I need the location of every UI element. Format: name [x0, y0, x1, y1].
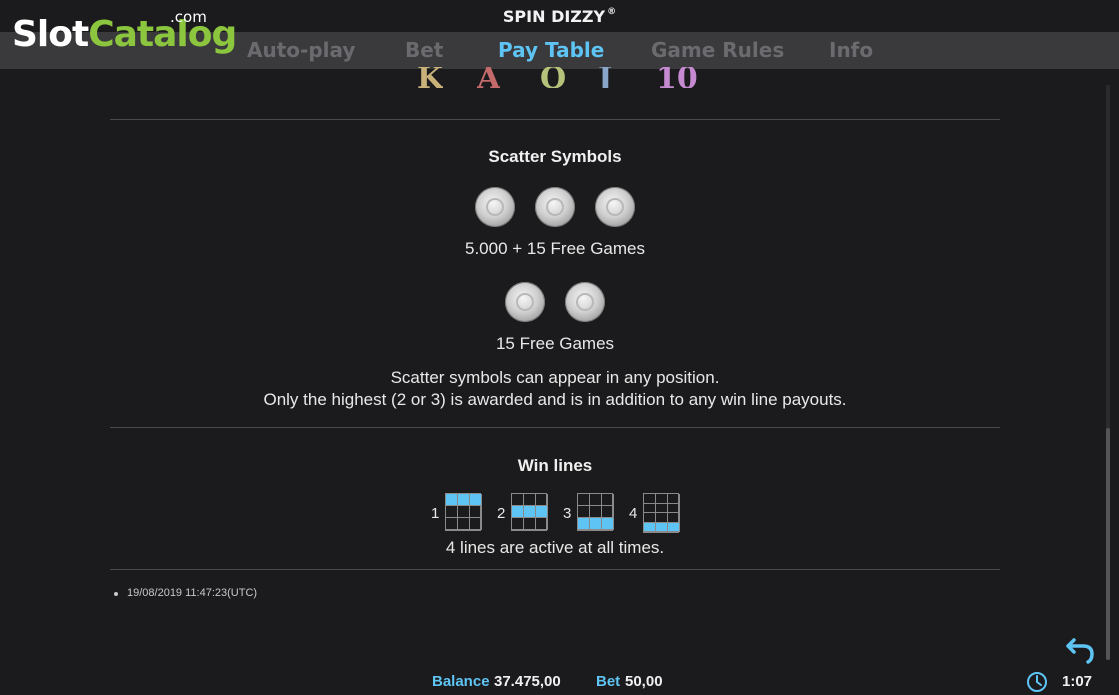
tab-info[interactable]: Info: [829, 38, 873, 62]
bet-value: 50,00: [625, 673, 663, 690]
symbol-j: J: [598, 67, 613, 88]
scatter-coin-icon: [505, 282, 545, 322]
winline-grid-3: [577, 493, 614, 531]
scatter-coin-icon: [595, 187, 635, 227]
logo-slot: Slot: [12, 14, 89, 55]
symbol-k: K: [417, 67, 444, 88]
scatter-coin-icon: [535, 187, 575, 227]
winline-number: 2: [497, 505, 506, 522]
scatter-coin-icon: [565, 282, 605, 322]
bet-label: Bet: [596, 673, 621, 690]
winlines-heading: Win lines: [517, 456, 593, 475]
clock-icon: [1027, 672, 1047, 692]
winline-grid-2: [511, 493, 548, 531]
logo-com: .com: [170, 8, 207, 26]
divider: [110, 569, 1000, 570]
scatter-note-2: Only the highest (2 or 3) is awarded and…: [263, 390, 847, 409]
bullet: [114, 592, 118, 596]
divider: [110, 427, 1000, 428]
scatter-pay-3: 5.000 + 15 Free Games: [464, 239, 646, 258]
tab-bet[interactable]: Bet: [405, 38, 443, 62]
scrollbar-thumb[interactable]: [1106, 428, 1110, 660]
clock-time: 1:07: [1062, 673, 1093, 690]
scatter-note-1: Scatter symbols can appear in any positi…: [390, 368, 720, 387]
footer-bar: Balance 37.475,00 Bet 50,00 1:07: [0, 668, 1119, 695]
symbol-10: 10: [656, 67, 698, 88]
scatter-coin-icon: [475, 187, 515, 227]
pay-table-content: K A Q J 10 Scatter Symbols 5.000 + 15 Fr…: [0, 67, 1119, 629]
undo-arrow-icon[interactable]: [1066, 634, 1096, 664]
winlines-note: 4 lines are active at all times.: [445, 538, 665, 557]
tab-pay-table[interactable]: Pay Table: [498, 38, 604, 62]
timestamp: 19/08/2019 11:47:23(UTC): [127, 587, 258, 599]
winline-number: 3: [563, 505, 572, 522]
game-title-text: SPIN DIZZY: [502, 7, 606, 26]
logo-catalog: Catalog: [88, 14, 237, 55]
tab-game-rules[interactable]: Game Rules: [651, 38, 784, 62]
registered-mark: ®: [607, 7, 617, 17]
winline-grid-1: [445, 493, 482, 531]
balance-label: Balance: [432, 673, 490, 690]
divider: [110, 119, 1000, 120]
symbol-a: A: [477, 67, 501, 88]
scatter-pay-2: 15 Free Games: [495, 334, 615, 353]
card-symbols-row: K A Q J 10: [0, 67, 1119, 91]
game-title: SPIN DIZZY ®: [503, 7, 616, 26]
symbol-q: Q: [540, 67, 567, 88]
winline-number: 1: [431, 505, 440, 522]
winline-grid-4: [643, 493, 680, 533]
balance-value: 37.475,00: [494, 673, 561, 690]
scatter-heading: Scatter Symbols: [488, 147, 622, 166]
winline-number: 4: [629, 505, 638, 522]
tab-auto-play[interactable]: Auto-play: [247, 38, 355, 62]
